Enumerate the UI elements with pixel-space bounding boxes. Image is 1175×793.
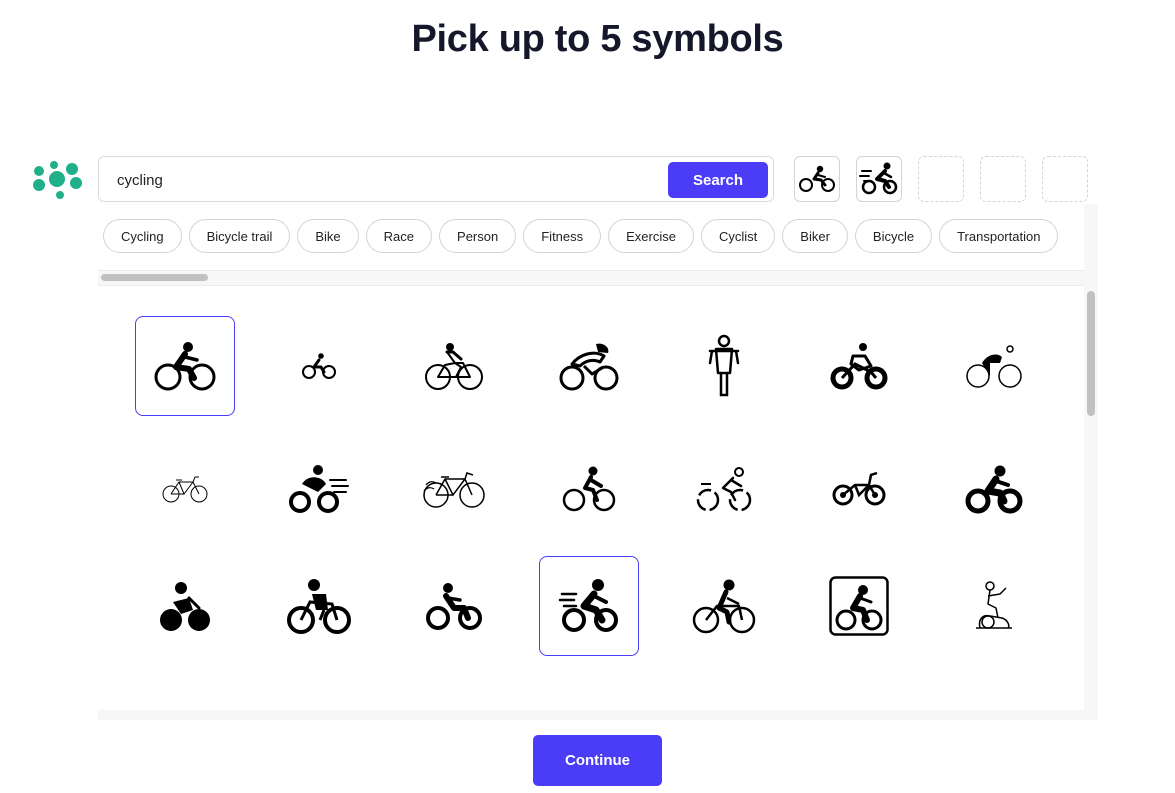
cyclist-tiny-icon — [302, 353, 336, 379]
result-icon-16[interactable] — [269, 556, 369, 656]
empty-slot-3[interactable] — [918, 156, 964, 202]
cyclist-speed-lines-icon — [289, 465, 349, 513]
result-icon-17[interactable] — [404, 556, 504, 656]
result-icon-10[interactable] — [404, 439, 504, 539]
suggestion-chips: Cycling Bicycle trail Bike Race Person Fitnes… — [98, 204, 1084, 270]
results-grid — [98, 286, 1084, 710]
page-title: Pick up to 5 symbols — [411, 18, 784, 60]
selected-slot-1[interactable] — [794, 156, 840, 202]
result-icon-15[interactable] — [135, 556, 235, 656]
result-icon-22[interactable] — [135, 684, 235, 710]
result-icon-21[interactable] — [944, 556, 1044, 656]
cyclist-framed-icon — [829, 576, 889, 636]
result-icon-1[interactable] — [135, 316, 235, 416]
result-icon-13[interactable] — [809, 439, 909, 539]
chip-bicycle-trail[interactable]: Bicycle trail — [188, 219, 291, 253]
chip-bike[interactable]: Bike — [297, 219, 359, 253]
result-icon-25[interactable] — [539, 684, 639, 710]
cyclist-motion-icon — [558, 579, 618, 632]
road-bicycle-icon — [423, 472, 485, 508]
result-icon-14[interactable] — [944, 439, 1044, 539]
cyclist-simple-icon — [562, 466, 616, 512]
result-icon-18[interactable] — [539, 556, 639, 656]
result-icon-8[interactable] — [135, 439, 235, 539]
results-panel: Cycling Bicycle trail Bike Race Person Fitnes… — [98, 204, 1098, 720]
continue-button[interactable]: Continue — [533, 735, 662, 786]
result-icon-4[interactable] — [539, 316, 639, 416]
chip-race[interactable]: Race — [365, 219, 433, 253]
result-icon-24[interactable] — [404, 684, 504, 710]
result-icon-19[interactable] — [674, 556, 774, 656]
chip-bicycle[interactable]: Bicycle — [854, 219, 933, 253]
cyclist-heavy-icon — [965, 465, 1023, 514]
empty-slot-5[interactable] — [1042, 156, 1088, 202]
chip-person[interactable]: Person — [439, 219, 517, 253]
result-icon-27[interactable] — [809, 684, 909, 710]
bicycle-thin-icon — [162, 476, 208, 503]
cyclist-small-icon — [799, 165, 835, 192]
cyclist-speed-icon — [859, 162, 898, 195]
chip-transportation[interactable]: Transportation — [939, 219, 1059, 253]
chip-cyclist[interactable]: Cyclist — [701, 219, 776, 253]
logo-icon — [33, 161, 82, 199]
chip-cycling[interactable]: Cycling — [103, 219, 182, 253]
horizontal-scrollbar-thumb[interactable] — [101, 274, 208, 281]
cyclist-outline-icon — [425, 343, 483, 390]
cyclist-thin-icon — [966, 345, 1022, 388]
search-button[interactable]: Search — [668, 162, 768, 198]
exercise-bike-icon — [976, 581, 1012, 629]
racing-cyclist-helmet-icon — [559, 343, 619, 391]
cyclist-solid-wheels-icon — [160, 582, 210, 631]
result-icon-5[interactable] — [674, 316, 774, 416]
cyclist-bold-alt-icon — [287, 579, 351, 634]
result-icon-20[interactable] — [809, 556, 909, 656]
result-icon-26[interactable] — [674, 684, 774, 710]
vertical-scrollbar[interactable] — [1084, 286, 1098, 710]
result-icon-23[interactable] — [269, 684, 369, 710]
mountain-biker-icon — [830, 343, 888, 390]
cyclist-bold-icon — [154, 342, 216, 391]
result-icon-3[interactable] — [404, 316, 504, 416]
selected-slot-2[interactable] — [856, 156, 902, 202]
search-input[interactable] — [117, 169, 657, 191]
chip-fitness[interactable]: Fitness — [523, 219, 602, 253]
result-icon-12[interactable] — [674, 439, 774, 539]
result-icon-11[interactable] — [539, 439, 639, 539]
bmx-bicycle-icon — [832, 471, 886, 506]
cyclist-dashed-icon — [696, 467, 752, 512]
cyclist-lines-icon — [692, 579, 756, 634]
result-icon-2[interactable] — [269, 316, 369, 416]
cyclist-front-view-icon — [708, 334, 740, 397]
chip-exercise[interactable]: Exercise — [608, 219, 694, 253]
result-icon-6[interactable] — [809, 316, 909, 416]
chip-biker[interactable]: Biker — [782, 219, 848, 253]
horizontal-scrollbar[interactable] — [98, 270, 1084, 286]
result-icon-9[interactable] — [269, 439, 369, 539]
cyclist-heavy-alt-icon — [426, 583, 482, 630]
result-icon-7[interactable] — [944, 316, 1044, 416]
vertical-scrollbar-thumb[interactable] — [1087, 291, 1095, 416]
empty-slot-4[interactable] — [980, 156, 1026, 202]
search-bar: Search — [98, 156, 774, 202]
